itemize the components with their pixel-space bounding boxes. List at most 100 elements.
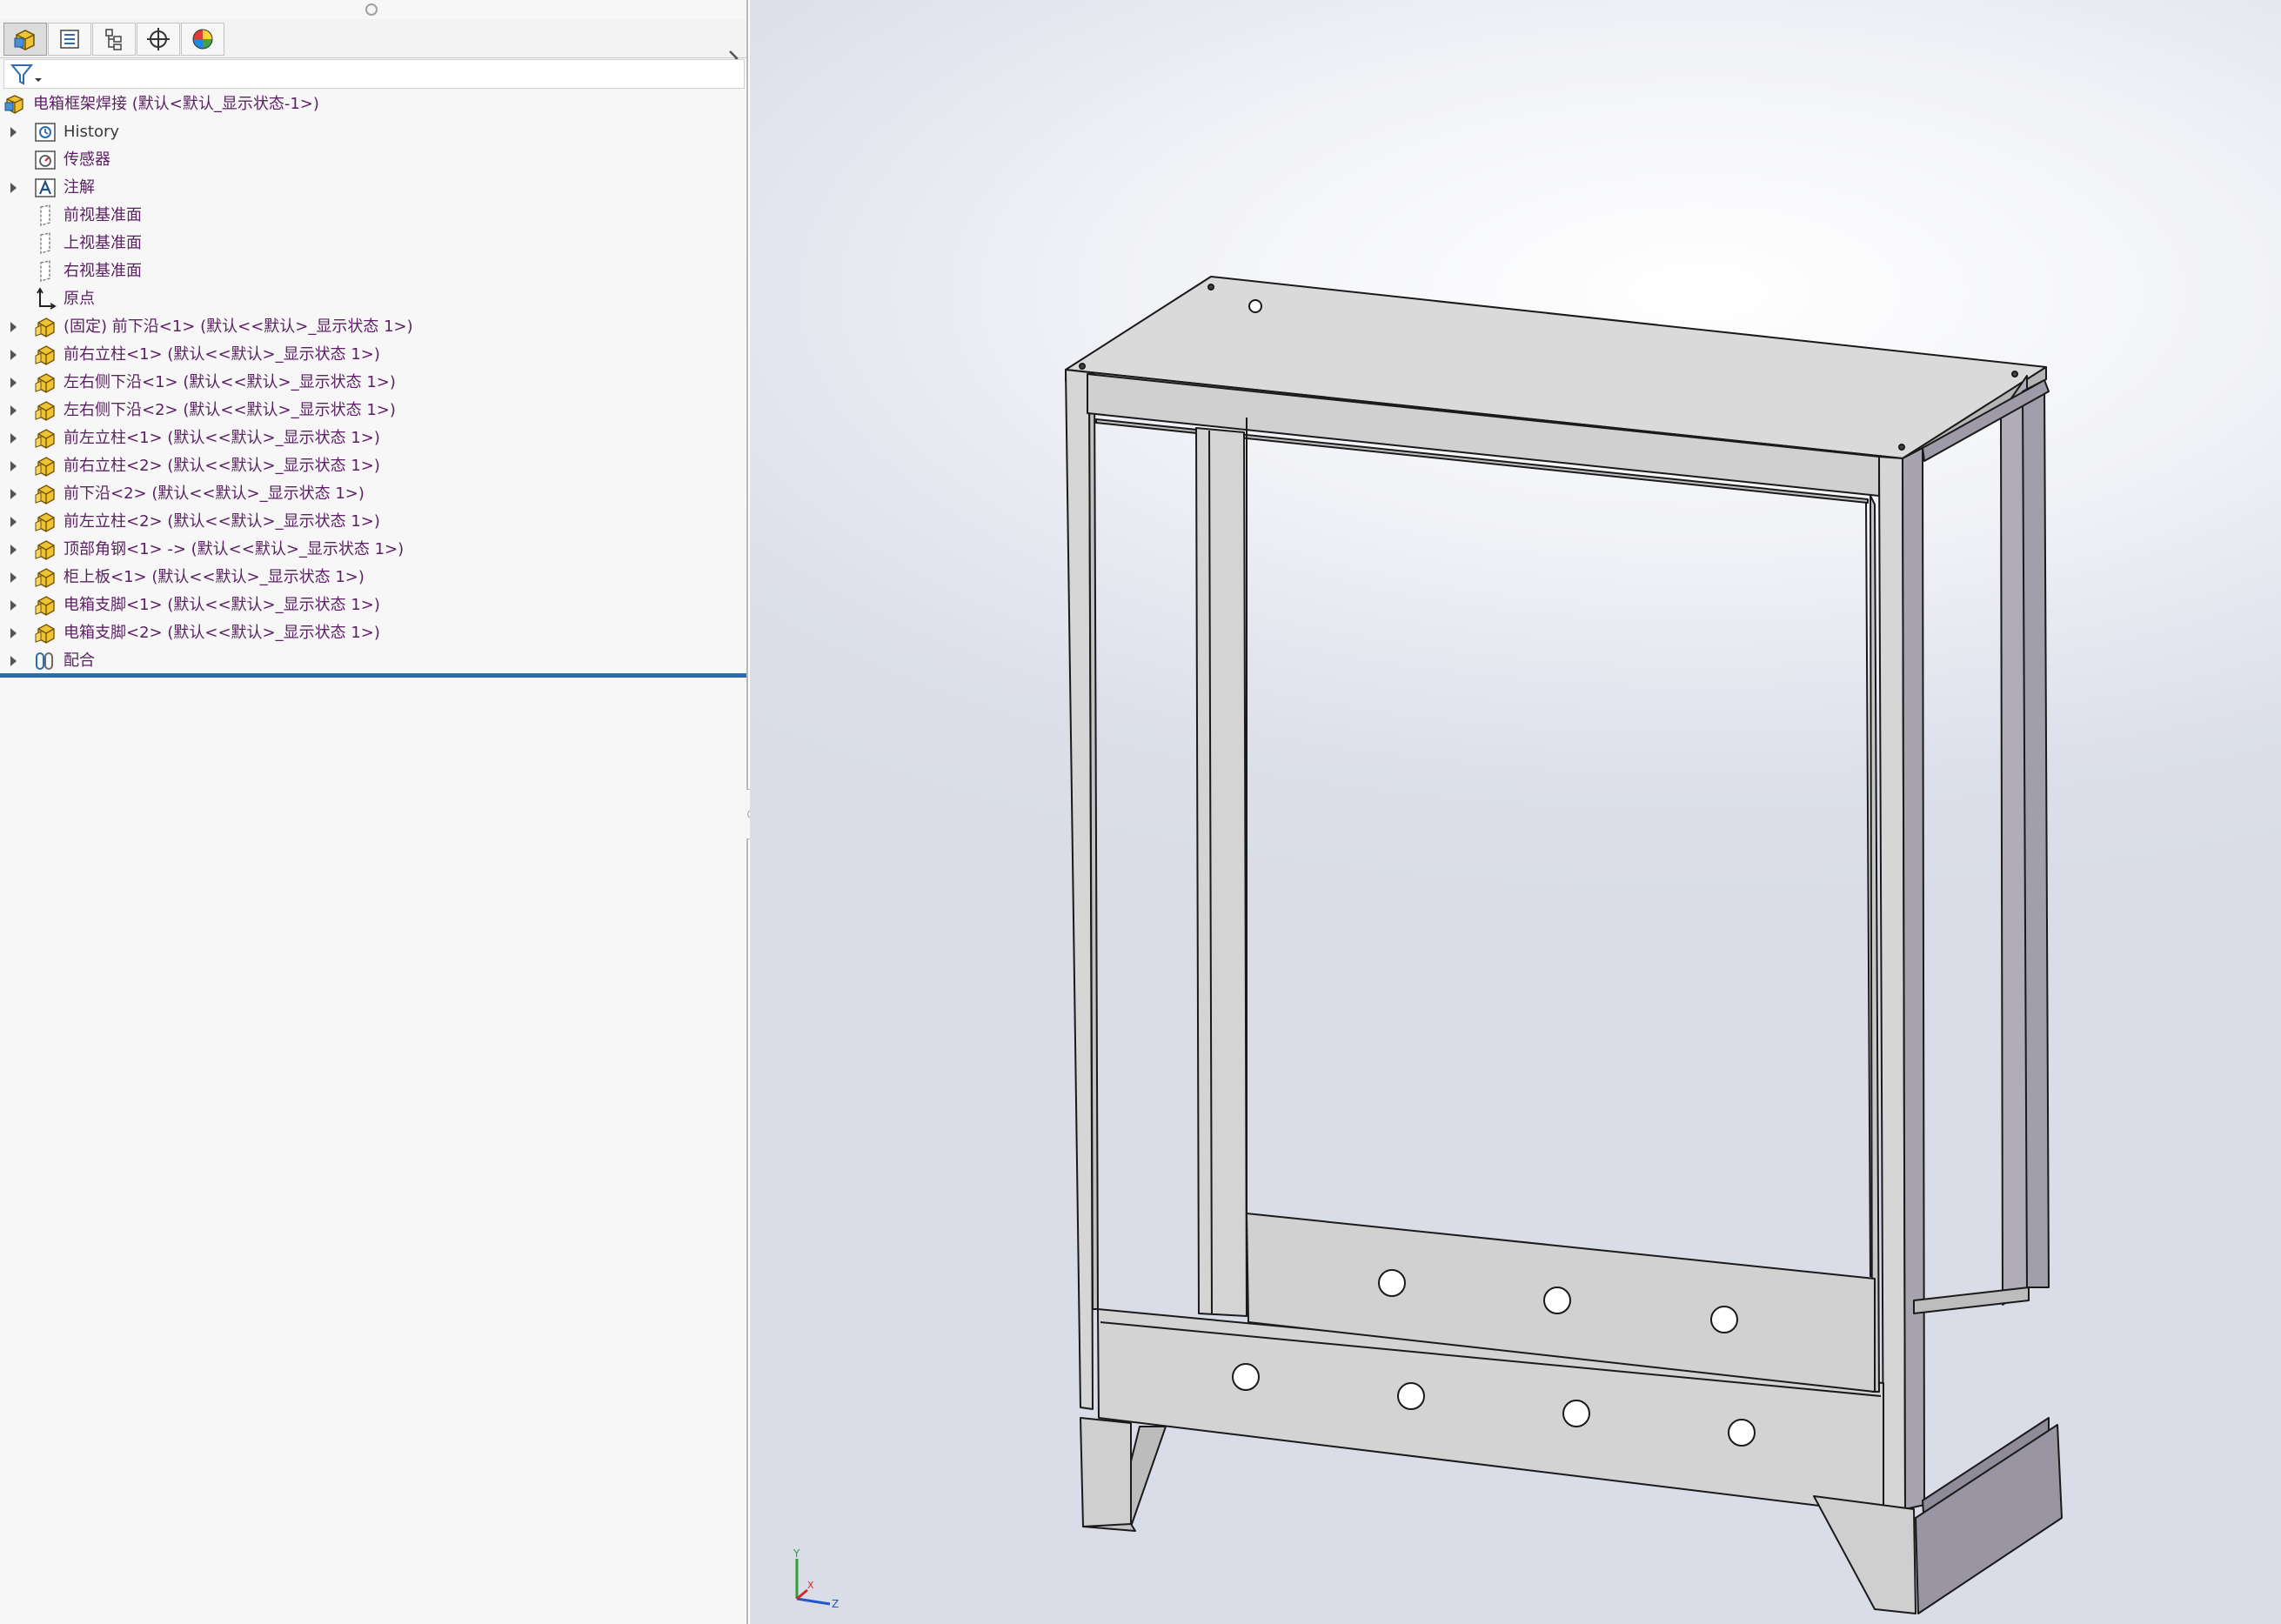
sensor-icon: [35, 150, 56, 170]
tree-item-label: 注解: [64, 178, 95, 197]
tree-item-label: 电箱支脚<1> (默认<<默认>_显示状态 1>): [64, 596, 380, 614]
expand-caret-icon[interactable]: [10, 517, 17, 527]
expand-caret-icon[interactable]: [10, 378, 17, 388]
tree-item[interactable]: 上视基准面: [0, 230, 746, 257]
rollback-bar[interactable]: [0, 673, 746, 678]
tree-item-label: 前左立柱<1> (默认<<默认>_显示状态 1>): [64, 429, 380, 447]
tree-item[interactable]: 前右立柱<1> (默认<<默认>_显示状态 1>): [0, 341, 746, 369]
displaymanager-tab[interactable]: [181, 23, 224, 56]
expand-caret-icon[interactable]: [10, 433, 17, 444]
expand-caret-icon[interactable]: [10, 183, 17, 193]
dimxpert-icon: [147, 28, 170, 50]
tree-item[interactable]: 配合: [0, 647, 746, 675]
tree-item-label: 上视基准面: [64, 234, 142, 252]
assembly-icon: [4, 95, 23, 114]
manager-tab-bar: [0, 19, 746, 66]
origin-icon: [37, 287, 57, 310]
tree-item-label: 前左立柱<2> (默认<<默认>_显示状态 1>): [64, 512, 380, 531]
tree-item[interactable]: History: [0, 118, 746, 146]
tree-item[interactable]: (固定) 前下沿<1> (默认<<默认>_显示状态 1>): [0, 313, 746, 341]
part-icon: [35, 485, 55, 505]
tree-item-label: 传感器: [64, 150, 110, 169]
tree-item[interactable]: 注解: [0, 174, 746, 202]
propertymanager-tab[interactable]: [48, 23, 91, 56]
expand-caret-icon[interactable]: [10, 572, 17, 583]
triad-y-label: Y: [793, 1548, 800, 1560]
tree-item[interactable]: 前下沿<2> (默认<<默认>_显示状态 1>): [0, 480, 746, 508]
tree-item-label: 电箱支脚<2> (默认<<默认>_显示状态 1>): [64, 624, 380, 642]
expand-caret-icon[interactable]: [10, 489, 17, 499]
panel-split-grip[interactable]: [365, 3, 378, 16]
expand-caret-icon[interactable]: [10, 656, 17, 666]
mates-icon: [36, 652, 53, 670]
part-icon: [35, 568, 55, 588]
annotations-icon: [35, 178, 56, 197]
dimxpertmanager-tab[interactable]: [137, 23, 180, 56]
tree-item-label: History: [64, 123, 120, 141]
history-icon: [35, 123, 56, 142]
configurationmanager-tab[interactable]: [92, 23, 136, 56]
tree-item[interactable]: 左右侧下沿<2> (默认<<默认>_显示状态 1>): [0, 397, 746, 424]
tree-item-label: 前视基准面: [64, 206, 142, 224]
triad-x-axis: [796, 1588, 808, 1601]
tree-item[interactable]: 顶部角钢<1> -> (默认<<默认>_显示状态 1>): [0, 536, 746, 564]
triad-z-axis: [796, 1597, 831, 1606]
plane-icon: [40, 260, 50, 282]
part-icon: [35, 624, 55, 644]
tree-item-label: 配合: [64, 652, 95, 670]
tree-item[interactable]: 电箱支脚<2> (默认<<默认>_显示状态 1>): [0, 619, 746, 647]
tree-item[interactable]: 传感器: [0, 146, 746, 174]
part-icon: [35, 596, 55, 616]
expand-caret-icon[interactable]: [10, 461, 17, 471]
part-icon: [35, 317, 55, 337]
part-icon: [35, 512, 55, 532]
featuremanager-tab[interactable]: [3, 23, 47, 56]
part-icon: [35, 401, 55, 421]
tree-item[interactable]: 前左立柱<2> (默认<<默认>_显示状态 1>): [0, 508, 746, 536]
graphics-viewport[interactable]: Y Z X: [750, 0, 2281, 1624]
feature-filter[interactable]: [3, 59, 745, 89]
tree-root-label: 电箱框架焊接 (默认<默认_显示状态-1>): [33, 95, 319, 113]
feature-manager-panel: 电箱框架焊接 (默认<默认_显示状态-1>) History 传感器注解前视基准面…: [0, 0, 748, 1624]
expand-caret-icon[interactable]: [10, 628, 17, 638]
part-icon: [35, 457, 55, 477]
expand-caret-icon[interactable]: [10, 545, 17, 555]
displaymanager-icon: [192, 29, 213, 50]
expand-caret-icon[interactable]: [10, 127, 17, 137]
propertymanager-icon: [60, 30, 79, 49]
cabinet-frame-model[interactable]: [750, 0, 2281, 1624]
expand-caret-icon[interactable]: [10, 350, 17, 360]
expand-caret-icon[interactable]: [10, 322, 17, 332]
tree-item[interactable]: 前视基准面: [0, 202, 746, 230]
configurationmanager-icon: [105, 29, 122, 50]
tree-item-label: 柜上板<1> (默认<<默认>_显示状态 1>): [64, 568, 365, 586]
tree-item-label: 前右立柱<1> (默认<<默认>_显示状态 1>): [64, 345, 380, 364]
tree-item-label: 原点: [64, 290, 95, 308]
tree-item[interactable]: 右视基准面: [0, 257, 746, 285]
filter-icon[interactable]: [10, 63, 44, 87]
expand-caret-icon[interactable]: [10, 405, 17, 416]
tree-item-label: 前右立柱<2> (默认<<默认>_显示状态 1>): [64, 457, 380, 475]
expand-caret-icon[interactable]: [10, 600, 17, 611]
tree-item-label: 前下沿<2> (默认<<默认>_显示状态 1>): [64, 485, 365, 503]
tree-item-label: 顶部角钢<1> -> (默认<<默认>_显示状态 1>): [64, 540, 405, 558]
tree-item-label: 左右侧下沿<1> (默认<<默认>_显示状态 1>): [64, 373, 396, 391]
tree-item[interactable]: 前左立柱<1> (默认<<默认>_显示状态 1>): [0, 424, 746, 452]
tree-item[interactable]: 柜上板<1> (默认<<默认>_显示状态 1>): [0, 564, 746, 591]
part-icon: [35, 540, 55, 560]
tree-root-assembly[interactable]: 电箱框架焊接 (默认<默认_显示状态-1>): [0, 90, 746, 118]
tree-item-label: 右视基准面: [64, 262, 142, 280]
triad-z-label: Z: [832, 1598, 839, 1609]
part-icon: [35, 429, 55, 449]
coordinate-triad: Y Z X: [793, 1548, 839, 1609]
featuremanager-icon: [14, 30, 35, 50]
tree-item[interactable]: 左右侧下沿<1> (默认<<默认>_显示状态 1>): [0, 369, 746, 397]
tree-item[interactable]: 电箱支脚<1> (默认<<默认>_显示状态 1>): [0, 591, 746, 619]
plane-icon: [40, 232, 50, 254]
tree-item-label: 左右侧下沿<2> (默认<<默认>_显示状态 1>): [64, 401, 396, 419]
tree-item[interactable]: 前右立柱<2> (默认<<默认>_显示状态 1>): [0, 452, 746, 480]
tree-item[interactable]: 原点: [0, 285, 746, 313]
part-icon: [35, 345, 55, 365]
triad-x-label: X: [807, 1580, 814, 1591]
plane-icon: [40, 204, 50, 226]
